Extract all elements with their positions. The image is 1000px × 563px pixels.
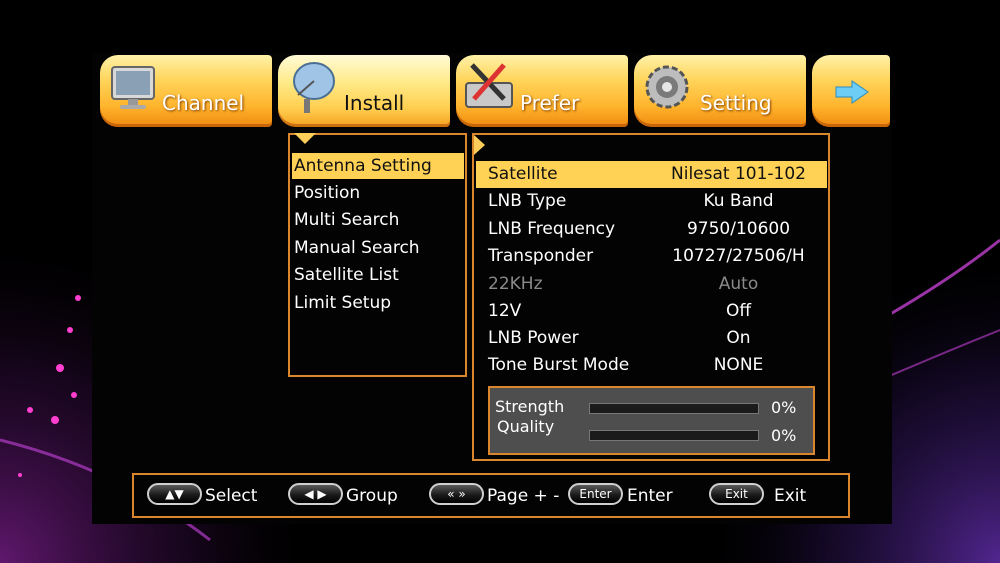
submenu-item-satellite-list[interactable]: Satellite List bbox=[292, 262, 464, 288]
setting-row-lnb-frequency[interactable]: LNB Frequency 9750/10600 bbox=[476, 216, 827, 243]
arrow-right-icon bbox=[835, 80, 869, 104]
satellite-dish-icon bbox=[293, 62, 335, 113]
setting-value: NONE bbox=[713, 355, 764, 375]
setting-row-transponder[interactable]: Transponder 10727/27506/H bbox=[476, 243, 827, 270]
setting-key: Tone Burst Mode bbox=[488, 355, 630, 375]
tab-label: Channel bbox=[162, 91, 245, 115]
help-exit-label: Exit bbox=[774, 486, 807, 506]
strength-label: Strength bbox=[495, 397, 565, 416]
setting-value: On bbox=[726, 328, 751, 348]
setting-row-22khz: 22KHz Auto bbox=[476, 271, 827, 298]
submenu-item-multi-search[interactable]: Multi Search bbox=[292, 207, 464, 233]
tab-label: Setting bbox=[700, 91, 772, 115]
strength-value: 0% bbox=[771, 398, 797, 417]
tv-monitor-icon bbox=[111, 66, 155, 109]
enter-key-icon: Enter bbox=[568, 483, 623, 505]
quality-label: Quality bbox=[497, 417, 555, 436]
setting-row-12v[interactable]: 12V Off bbox=[476, 298, 827, 325]
setting-value: Auto bbox=[718, 274, 759, 294]
setting-value: 9750/10600 bbox=[686, 219, 791, 239]
setting-row-satellite[interactable]: Satellite Nilesat 101-102 bbox=[476, 161, 827, 188]
quality-value: 0% bbox=[771, 426, 797, 445]
setting-key: LNB Frequency bbox=[488, 219, 616, 239]
help-page-label: Page + - bbox=[487, 486, 560, 506]
setting-key: LNB Power bbox=[488, 328, 579, 348]
setting-value: Ku Band bbox=[703, 191, 774, 211]
setting-value: Nilesat 101-102 bbox=[671, 164, 806, 184]
submenu-item-position[interactable]: Position bbox=[292, 180, 464, 206]
tools-icon bbox=[465, 63, 513, 108]
setting-key: Satellite bbox=[488, 164, 558, 184]
setting-row-lnb-power[interactable]: LNB Power On bbox=[476, 325, 827, 352]
submenu-pointer-icon bbox=[294, 133, 316, 144]
exit-key-icon: Exit bbox=[709, 483, 764, 505]
setting-key: 12V bbox=[488, 301, 522, 321]
tab-channel[interactable]: Channel bbox=[100, 55, 272, 127]
tab-install[interactable]: Install bbox=[278, 55, 450, 127]
tab-setting[interactable]: Setting bbox=[634, 55, 806, 127]
setting-key: LNB Type bbox=[488, 191, 567, 211]
tab-next[interactable] bbox=[812, 55, 890, 127]
gear-icon bbox=[645, 65, 689, 109]
setting-value: Off bbox=[725, 301, 752, 321]
submenu-item-limit-setup[interactable]: Limit Setup bbox=[292, 290, 464, 316]
tab-label: Install bbox=[344, 91, 405, 115]
top-tab-bar: Channel Install Prefer Setting bbox=[100, 55, 890, 129]
page-key-icon: « » bbox=[429, 483, 484, 505]
help-enter-label: Enter bbox=[627, 486, 673, 506]
help-select-label: Select bbox=[205, 486, 258, 506]
left-right-key-icon: ◀ ▶ bbox=[288, 483, 343, 505]
settings-pointer-icon bbox=[474, 135, 485, 155]
setting-key: Transponder bbox=[488, 246, 594, 266]
help-group-label: Group bbox=[346, 486, 398, 506]
setting-key: 22KHz bbox=[488, 274, 543, 294]
tab-prefer[interactable]: Prefer bbox=[456, 55, 628, 127]
submenu-item-manual-search[interactable]: Manual Search bbox=[292, 235, 464, 261]
submenu-item-antenna-setting[interactable]: Antenna Setting bbox=[292, 153, 464, 179]
setting-row-tone-burst-mode[interactable]: Tone Burst Mode NONE bbox=[476, 352, 827, 379]
setting-row-lnb-type[interactable]: LNB Type Ku Band bbox=[476, 188, 827, 215]
setting-value: 10727/27506/H bbox=[672, 246, 805, 266]
up-down-key-icon: ▲▼ bbox=[147, 483, 202, 505]
quality-bar bbox=[589, 430, 759, 441]
strength-bar bbox=[589, 403, 759, 414]
tab-label: Prefer bbox=[520, 91, 580, 115]
